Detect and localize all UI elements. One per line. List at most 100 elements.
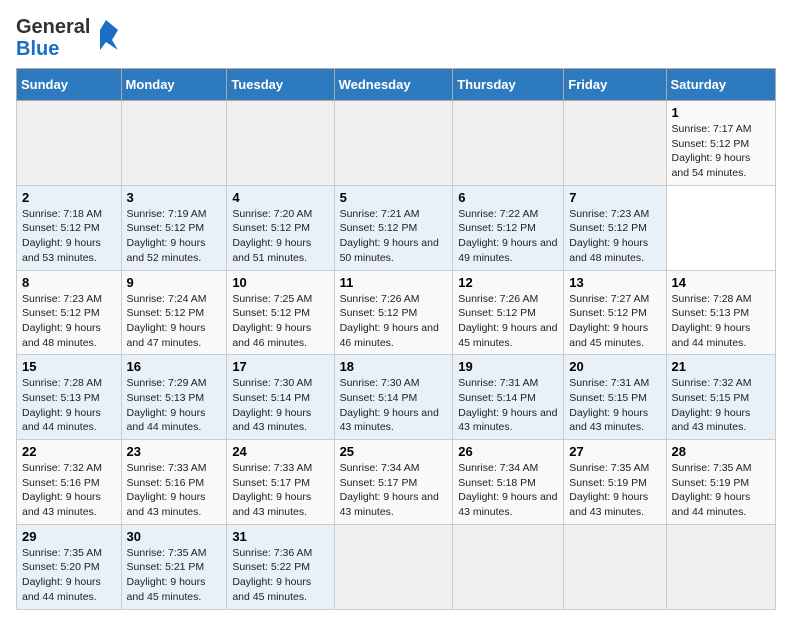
day-info: Sunrise: 7:21 AM Sunset: 5:12 PM Dayligh… bbox=[340, 207, 448, 266]
day-info: Sunrise: 7:23 AM Sunset: 5:12 PM Dayligh… bbox=[569, 207, 660, 266]
sunrise: Sunrise: 7:23 AM bbox=[22, 293, 102, 305]
week-row-4: 22 Sunrise: 7:32 AM Sunset: 5:16 PM Dayl… bbox=[17, 440, 776, 525]
day-number: 25 bbox=[340, 444, 448, 459]
day-number: 19 bbox=[458, 359, 558, 374]
day-info: Sunrise: 7:31 AM Sunset: 5:14 PM Dayligh… bbox=[458, 376, 558, 435]
header: General Blue bbox=[16, 16, 776, 60]
daylight: Daylight: 9 hours and 43 minutes. bbox=[458, 491, 557, 518]
sunrise: Sunrise: 7:31 AM bbox=[569, 377, 649, 389]
calendar-cell: 31 Sunrise: 7:36 AM Sunset: 5:22 PM Dayl… bbox=[227, 524, 334, 609]
day-number: 13 bbox=[569, 275, 660, 290]
sunrise: Sunrise: 7:35 AM bbox=[672, 462, 752, 474]
sunrise: Sunrise: 7:34 AM bbox=[340, 462, 420, 474]
day-info: Sunrise: 7:29 AM Sunset: 5:13 PM Dayligh… bbox=[127, 376, 222, 435]
day-number: 3 bbox=[127, 190, 222, 205]
calendar-cell: 8 Sunrise: 7:23 AM Sunset: 5:12 PM Dayli… bbox=[17, 270, 122, 355]
day-info: Sunrise: 7:19 AM Sunset: 5:12 PM Dayligh… bbox=[127, 207, 222, 266]
sunrise: Sunrise: 7:21 AM bbox=[340, 208, 420, 220]
calendar-cell: 27 Sunrise: 7:35 AM Sunset: 5:19 PM Dayl… bbox=[564, 440, 666, 525]
sunset: Sunset: 5:12 PM bbox=[569, 222, 647, 234]
daylight: Daylight: 9 hours and 43 minutes. bbox=[672, 407, 751, 434]
calendar-cell: 12 Sunrise: 7:26 AM Sunset: 5:12 PM Dayl… bbox=[453, 270, 564, 355]
calendar-cell bbox=[564, 101, 666, 186]
week-row-2: 8 Sunrise: 7:23 AM Sunset: 5:12 PM Dayli… bbox=[17, 270, 776, 355]
calendar-cell bbox=[334, 101, 453, 186]
daylight: Daylight: 9 hours and 44 minutes. bbox=[127, 407, 206, 434]
day-info: Sunrise: 7:35 AM Sunset: 5:19 PM Dayligh… bbox=[672, 461, 770, 520]
calendar-cell: 26 Sunrise: 7:34 AM Sunset: 5:18 PM Dayl… bbox=[453, 440, 564, 525]
calendar-cell: 25 Sunrise: 7:34 AM Sunset: 5:17 PM Dayl… bbox=[334, 440, 453, 525]
daylight: Daylight: 9 hours and 49 minutes. bbox=[458, 237, 557, 264]
daylight: Daylight: 9 hours and 43 minutes. bbox=[458, 407, 557, 434]
day-number: 17 bbox=[232, 359, 328, 374]
day-info: Sunrise: 7:25 AM Sunset: 5:12 PM Dayligh… bbox=[232, 292, 328, 351]
week-row-5: 29 Sunrise: 7:35 AM Sunset: 5:20 PM Dayl… bbox=[17, 524, 776, 609]
sunset: Sunset: 5:12 PM bbox=[672, 138, 750, 150]
sunrise: Sunrise: 7:30 AM bbox=[232, 377, 312, 389]
daylight: Daylight: 9 hours and 43 minutes. bbox=[232, 407, 311, 434]
sunset: Sunset: 5:12 PM bbox=[340, 307, 418, 319]
day-info: Sunrise: 7:26 AM Sunset: 5:12 PM Dayligh… bbox=[340, 292, 448, 351]
sunset: Sunset: 5:12 PM bbox=[127, 307, 205, 319]
day-info: Sunrise: 7:20 AM Sunset: 5:12 PM Dayligh… bbox=[232, 207, 328, 266]
calendar-cell bbox=[121, 101, 227, 186]
header-saturday: Saturday bbox=[666, 69, 775, 101]
day-info: Sunrise: 7:23 AM Sunset: 5:12 PM Dayligh… bbox=[22, 292, 116, 351]
header-monday: Monday bbox=[121, 69, 227, 101]
daylight: Daylight: 9 hours and 44 minutes. bbox=[672, 491, 751, 518]
calendar-cell: 1 Sunrise: 7:17 AM Sunset: 5:12 PM Dayli… bbox=[666, 101, 775, 186]
daylight: Daylight: 9 hours and 51 minutes. bbox=[232, 237, 311, 264]
sunrise: Sunrise: 7:35 AM bbox=[22, 547, 102, 559]
day-info: Sunrise: 7:22 AM Sunset: 5:12 PM Dayligh… bbox=[458, 207, 558, 266]
calendar-cell bbox=[453, 524, 564, 609]
day-number: 10 bbox=[232, 275, 328, 290]
calendar-cell bbox=[666, 524, 775, 609]
day-info: Sunrise: 7:31 AM Sunset: 5:15 PM Dayligh… bbox=[569, 376, 660, 435]
daylight: Daylight: 9 hours and 43 minutes. bbox=[127, 491, 206, 518]
day-info: Sunrise: 7:28 AM Sunset: 5:13 PM Dayligh… bbox=[22, 376, 116, 435]
day-number: 5 bbox=[340, 190, 448, 205]
day-info: Sunrise: 7:17 AM Sunset: 5:12 PM Dayligh… bbox=[672, 122, 770, 181]
sunrise: Sunrise: 7:36 AM bbox=[232, 547, 312, 559]
header-tuesday: Tuesday bbox=[227, 69, 334, 101]
sunset: Sunset: 5:19 PM bbox=[672, 477, 750, 489]
calendar-cell bbox=[334, 524, 453, 609]
calendar-cell: 15 Sunrise: 7:28 AM Sunset: 5:13 PM Dayl… bbox=[17, 355, 122, 440]
sunrise: Sunrise: 7:19 AM bbox=[127, 208, 207, 220]
sunset: Sunset: 5:12 PM bbox=[232, 307, 310, 319]
daylight: Daylight: 9 hours and 43 minutes. bbox=[232, 491, 311, 518]
header-wednesday: Wednesday bbox=[334, 69, 453, 101]
calendar-cell: 14 Sunrise: 7:28 AM Sunset: 5:13 PM Dayl… bbox=[666, 270, 775, 355]
day-info: Sunrise: 7:34 AM Sunset: 5:18 PM Dayligh… bbox=[458, 461, 558, 520]
day-info: Sunrise: 7:30 AM Sunset: 5:14 PM Dayligh… bbox=[232, 376, 328, 435]
sunset: Sunset: 5:17 PM bbox=[232, 477, 310, 489]
day-info: Sunrise: 7:27 AM Sunset: 5:12 PM Dayligh… bbox=[569, 292, 660, 351]
calendar-cell: 30 Sunrise: 7:35 AM Sunset: 5:21 PM Dayl… bbox=[121, 524, 227, 609]
sunset: Sunset: 5:13 PM bbox=[672, 307, 750, 319]
day-info: Sunrise: 7:35 AM Sunset: 5:20 PM Dayligh… bbox=[22, 546, 116, 605]
calendar-cell: 29 Sunrise: 7:35 AM Sunset: 5:20 PM Dayl… bbox=[17, 524, 122, 609]
logo: General Blue bbox=[16, 16, 118, 60]
day-number: 24 bbox=[232, 444, 328, 459]
calendar-cell: 18 Sunrise: 7:30 AM Sunset: 5:14 PM Dayl… bbox=[334, 355, 453, 440]
calendar-cell bbox=[17, 101, 122, 186]
sunset: Sunset: 5:14 PM bbox=[458, 392, 536, 404]
day-info: Sunrise: 7:34 AM Sunset: 5:17 PM Dayligh… bbox=[340, 461, 448, 520]
header-thursday: Thursday bbox=[453, 69, 564, 101]
sunrise: Sunrise: 7:17 AM bbox=[672, 123, 752, 135]
day-number: 9 bbox=[127, 275, 222, 290]
day-number: 27 bbox=[569, 444, 660, 459]
sunrise: Sunrise: 7:31 AM bbox=[458, 377, 538, 389]
day-number: 11 bbox=[340, 275, 448, 290]
daylight: Daylight: 9 hours and 53 minutes. bbox=[22, 237, 101, 264]
sunset: Sunset: 5:12 PM bbox=[127, 222, 205, 234]
daylight: Daylight: 9 hours and 54 minutes. bbox=[672, 152, 751, 179]
sunrise: Sunrise: 7:25 AM bbox=[232, 293, 312, 305]
sunrise: Sunrise: 7:26 AM bbox=[340, 293, 420, 305]
day-number: 26 bbox=[458, 444, 558, 459]
sunrise: Sunrise: 7:23 AM bbox=[569, 208, 649, 220]
calendar-cell bbox=[564, 524, 666, 609]
calendar-cell: 2 Sunrise: 7:18 AM Sunset: 5:12 PM Dayli… bbox=[17, 185, 122, 270]
day-info: Sunrise: 7:24 AM Sunset: 5:12 PM Dayligh… bbox=[127, 292, 222, 351]
sunset: Sunset: 5:12 PM bbox=[458, 307, 536, 319]
